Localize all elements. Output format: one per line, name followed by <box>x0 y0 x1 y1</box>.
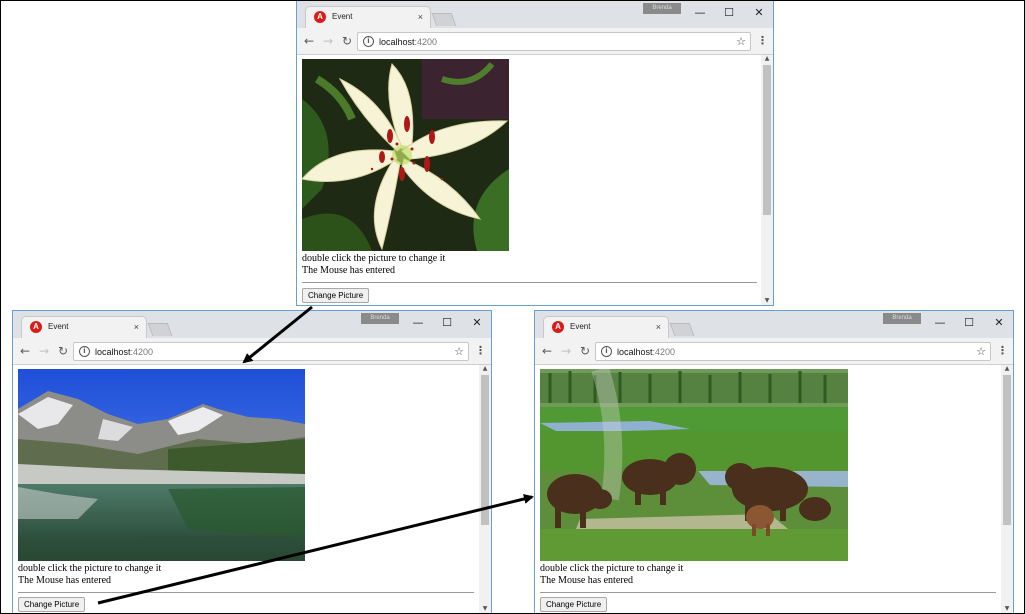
user-badge[interactable]: Brenda <box>643 3 681 14</box>
maximize-icon[interactable]: ☐ <box>958 315 980 331</box>
back-icon[interactable]: ← <box>539 343 555 359</box>
browser-window-lake: A Event × Brenda — ☐ ✕ ← → ↻ i localhost… <box>12 310 492 614</box>
scroll-down-icon[interactable]: ▼ <box>1001 605 1013 613</box>
close-window-icon[interactable]: ✕ <box>988 315 1010 331</box>
bookmark-star-icon[interactable]: ☆ <box>736 34 746 49</box>
bookmark-star-icon[interactable]: ☆ <box>454 344 464 359</box>
bison-herd-photo <box>540 369 848 561</box>
reload-icon[interactable]: ↻ <box>339 33 355 49</box>
angular-icon: A <box>552 321 564 333</box>
divider <box>18 592 474 593</box>
address-bar[interactable]: i localhost:4200 ☆ <box>357 32 751 51</box>
tab-title: Event <box>48 322 69 331</box>
divider <box>540 592 996 593</box>
scroll-up-icon[interactable]: ▲ <box>1001 365 1013 373</box>
menu-icon[interactable]: ⋮ <box>997 343 1008 359</box>
page-content: double click the picture to change it Th… <box>13 365 479 613</box>
user-badge[interactable]: Brenda <box>361 313 399 324</box>
minimize-icon[interactable]: — <box>689 5 711 21</box>
forward-icon[interactable]: → <box>558 343 574 359</box>
scrollbar[interactable]: ▲ ▼ <box>1001 365 1013 613</box>
change-picture-button[interactable]: Change Picture <box>540 597 608 612</box>
menu-icon[interactable]: ⋮ <box>475 343 486 359</box>
close-tab-icon[interactable]: × <box>418 10 423 24</box>
bison-picture[interactable] <box>540 369 848 561</box>
forward-icon[interactable]: → <box>36 343 52 359</box>
page-content: double click the picture to change it Th… <box>535 365 1001 613</box>
mountain-lake-photo <box>18 369 305 561</box>
bookmark-star-icon[interactable]: ☆ <box>976 344 986 359</box>
close-window-icon[interactable]: ✕ <box>748 5 770 21</box>
title-bar: A Event × Brenda — ☐ ✕ <box>13 311 491 338</box>
close-window-icon[interactable]: ✕ <box>466 315 488 331</box>
lake-picture[interactable] <box>18 369 305 561</box>
scrollbar[interactable]: ▲ ▼ <box>761 55 773 305</box>
forward-icon[interactable]: → <box>320 33 336 49</box>
browser-toolbar: ← → ↻ i localhost:4200 ☆ ⋮ <box>535 338 1013 365</box>
caption-text: double click the picture to change it <box>302 253 446 264</box>
title-bar: A Event × Brenda — ☐ ✕ <box>297 1 773 28</box>
scroll-thumb[interactable] <box>481 375 489 525</box>
status-text: The Mouse has entered <box>302 265 396 276</box>
divider <box>302 282 757 283</box>
info-icon[interactable]: i <box>601 346 612 357</box>
caption-text: double click the picture to change it <box>540 563 684 574</box>
tab-title: Event <box>570 322 591 331</box>
back-icon[interactable]: ← <box>17 343 33 359</box>
new-tab-button[interactable] <box>669 323 695 336</box>
url-text: localhost:4200 <box>95 347 154 357</box>
info-icon[interactable]: i <box>79 346 90 357</box>
status-text: The Mouse has entered <box>18 575 112 586</box>
scroll-down-icon[interactable]: ▼ <box>761 297 773 305</box>
angular-icon: A <box>314 11 326 23</box>
browser-toolbar: ← → ↻ i localhost:4200 ☆ ⋮ <box>297 28 773 55</box>
caption-text: double click the picture to change it <box>18 563 162 574</box>
tab-event[interactable]: A Event × <box>21 316 147 338</box>
change-picture-button[interactable]: Change Picture <box>302 288 370 303</box>
minimize-icon[interactable]: — <box>407 315 429 331</box>
info-icon[interactable]: i <box>363 36 374 47</box>
address-bar[interactable]: i localhost:4200 ☆ <box>73 342 469 361</box>
status-text: The Mouse has entered <box>540 575 634 586</box>
reload-icon[interactable]: ↻ <box>577 343 593 359</box>
title-bar: A Event × Brenda — ☐ ✕ <box>535 311 1013 338</box>
tab-event[interactable]: A Event × <box>543 316 669 338</box>
browser-toolbar: ← → ↻ i localhost:4200 ☆ ⋮ <box>13 338 491 365</box>
url-text: localhost:4200 <box>379 37 438 47</box>
minimize-icon[interactable]: — <box>929 315 951 331</box>
menu-icon[interactable]: ⋮ <box>757 33 768 49</box>
reload-icon[interactable]: ↻ <box>55 343 71 359</box>
browser-window-bison: A Event × Brenda — ☐ ✕ ← → ↻ i localhost… <box>534 310 1014 614</box>
scroll-thumb[interactable] <box>1003 375 1011 525</box>
maximize-icon[interactable]: ☐ <box>718 5 740 21</box>
close-tab-icon[interactable]: × <box>134 320 139 334</box>
new-tab-button[interactable] <box>147 323 173 336</box>
scroll-down-icon[interactable]: ▼ <box>479 605 491 613</box>
close-tab-icon[interactable]: × <box>656 320 661 334</box>
url-text: localhost:4200 <box>617 347 676 357</box>
back-icon[interactable]: ← <box>301 33 317 49</box>
user-badge[interactable]: Brenda <box>883 313 921 324</box>
address-bar[interactable]: i localhost:4200 ☆ <box>595 342 991 361</box>
lily-picture[interactable] <box>302 59 509 251</box>
browser-window-lily: A Event × Brenda — ☐ ✕ ← → ↻ i localhost… <box>296 0 774 306</box>
scroll-up-icon[interactable]: ▲ <box>479 365 491 373</box>
tab-event[interactable]: A Event × <box>305 6 431 28</box>
lily-flower-photo <box>302 59 509 251</box>
maximize-icon[interactable]: ☐ <box>436 315 458 331</box>
tab-title: Event <box>332 12 353 21</box>
page-content: double click the picture to change it Th… <box>297 55 761 305</box>
scrollbar[interactable]: ▲ ▼ <box>479 365 491 613</box>
scroll-thumb[interactable] <box>763 65 771 215</box>
new-tab-button[interactable] <box>431 13 457 26</box>
scroll-up-icon[interactable]: ▲ <box>761 55 773 63</box>
change-picture-button[interactable]: Change Picture <box>18 597 86 612</box>
angular-icon: A <box>30 321 42 333</box>
